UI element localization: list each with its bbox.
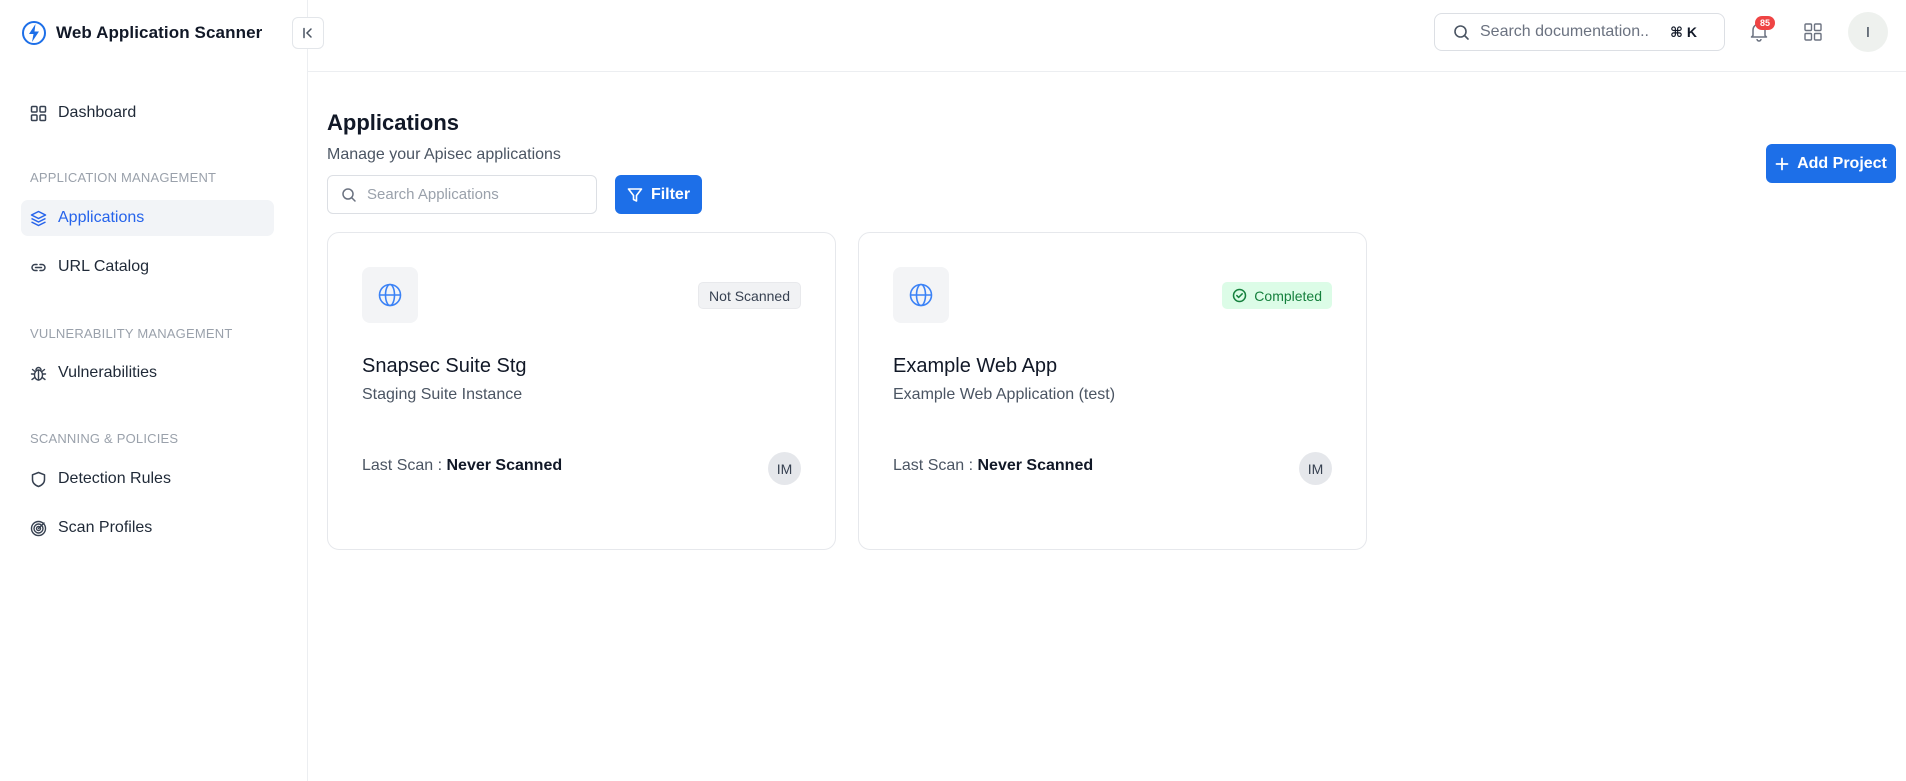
- application-search[interactable]: [327, 175, 597, 214]
- section-application-management: APPLICATION MANAGEMENT: [30, 170, 217, 185]
- application-icon-tile: [362, 267, 418, 323]
- sidebar-item-url-catalog[interactable]: URL Catalog: [21, 249, 274, 285]
- globe-icon: [909, 283, 933, 307]
- brand[interactable]: Web Application Scanner: [21, 19, 262, 47]
- last-scan-value: Never Scanned: [977, 457, 1094, 474]
- filter-icon: [627, 187, 643, 202]
- layers-icon: [30, 210, 47, 226]
- shortcut-hint: ⌘ K: [1670, 23, 1697, 40]
- status-badge: Completed: [1222, 282, 1332, 309]
- status-badge-label: Completed: [1254, 287, 1322, 304]
- application-name: Example Web App: [893, 355, 1058, 377]
- globe-icon: [378, 283, 402, 307]
- sidebar-item-scan-profiles[interactable]: Scan Profiles: [21, 510, 274, 546]
- bug-icon: [30, 366, 47, 381]
- apps-menu-button[interactable]: [1803, 22, 1823, 47]
- shield-icon: [31, 471, 46, 487]
- sidebar-item-label: Vulnerabilities: [58, 364, 158, 381]
- add-project-label: Add Project: [1797, 154, 1887, 172]
- owner-avatar: IM: [1299, 452, 1332, 485]
- user-avatar[interactable]: I: [1848, 12, 1888, 52]
- filter-button-label: Filter: [650, 185, 691, 203]
- app-title: Web Application Scanner: [56, 23, 263, 42]
- sidebar-item-applications[interactable]: Applications: [21, 200, 274, 236]
- section-scanning-policies: SCANNING & POLICIES: [30, 431, 179, 446]
- sidebar-item-label: Detection Rules: [58, 470, 171, 487]
- application-search-input[interactable]: [367, 186, 587, 203]
- grid-icon: [30, 105, 47, 121]
- last-scan-value: Never Scanned: [446, 457, 563, 474]
- documentation-search[interactable]: ⌘ K: [1434, 13, 1725, 51]
- status-badge: Not Scanned: [698, 282, 801, 309]
- plus-icon: [1775, 157, 1789, 170]
- owner-avatar: IM: [768, 452, 801, 485]
- application-description: Staging Suite Instance: [362, 386, 523, 403]
- application-icon-tile: [893, 267, 949, 323]
- sidebar-item-label: Applications: [58, 209, 145, 226]
- application-name: Snapsec Suite Stg: [362, 355, 527, 377]
- sidebar: Web Application Scanner Dashboard APPLIC…: [0, 0, 308, 781]
- add-project-button[interactable]: Add Project: [1766, 144, 1896, 183]
- application-description: Example Web Application (test): [893, 386, 1116, 403]
- sidebar-item-dashboard[interactable]: Dashboard: [21, 95, 274, 131]
- last-scan: Last Scan : Never Scanned: [362, 457, 562, 475]
- section-vulnerability-management: VULNERABILITY MANAGEMENT: [30, 326, 233, 341]
- application-card[interactable]: Completed Example Web App Example Web Ap…: [858, 232, 1367, 550]
- collapse-sidebar-button[interactable]: [292, 17, 324, 49]
- sidebar-item-label: Scan Profiles: [58, 519, 153, 536]
- page-subtitle: Manage your Apisec applications: [327, 146, 561, 163]
- last-scan-label: Last Scan :: [893, 457, 974, 474]
- app-root: Web Application Scanner Dashboard APPLIC…: [0, 0, 1906, 781]
- sidebar-item-vulnerabilities[interactable]: Vulnerabilities: [21, 355, 274, 391]
- target-icon: [30, 520, 47, 536]
- documentation-search-input[interactable]: [1480, 23, 1650, 41]
- page-title: Applications: [327, 110, 460, 135]
- sidebar-item-detection-rules[interactable]: Detection Rules: [21, 461, 274, 497]
- application-card[interactable]: Not Scanned Snapsec Suite Stg Staging Su…: [327, 232, 836, 550]
- sidebar-item-label: Dashboard: [58, 104, 137, 121]
- last-scan-label: Last Scan :: [362, 457, 443, 474]
- link-icon: [31, 263, 46, 271]
- search-icon: [1454, 24, 1469, 40]
- lightning-logo-icon: [21, 20, 47, 46]
- last-scan: Last Scan : Never Scanned: [893, 457, 1093, 475]
- notification-count-badge: 85: [1755, 16, 1775, 30]
- filter-button[interactable]: Filter: [615, 175, 702, 214]
- sidebar-item-label: URL Catalog: [58, 258, 150, 275]
- check-circle-icon: [1233, 288, 1247, 303]
- collapse-left-icon: [303, 27, 312, 39]
- search-icon: [342, 187, 356, 202]
- status-badge-label: Not Scanned: [709, 287, 790, 304]
- apps-grid-icon: [1804, 23, 1822, 41]
